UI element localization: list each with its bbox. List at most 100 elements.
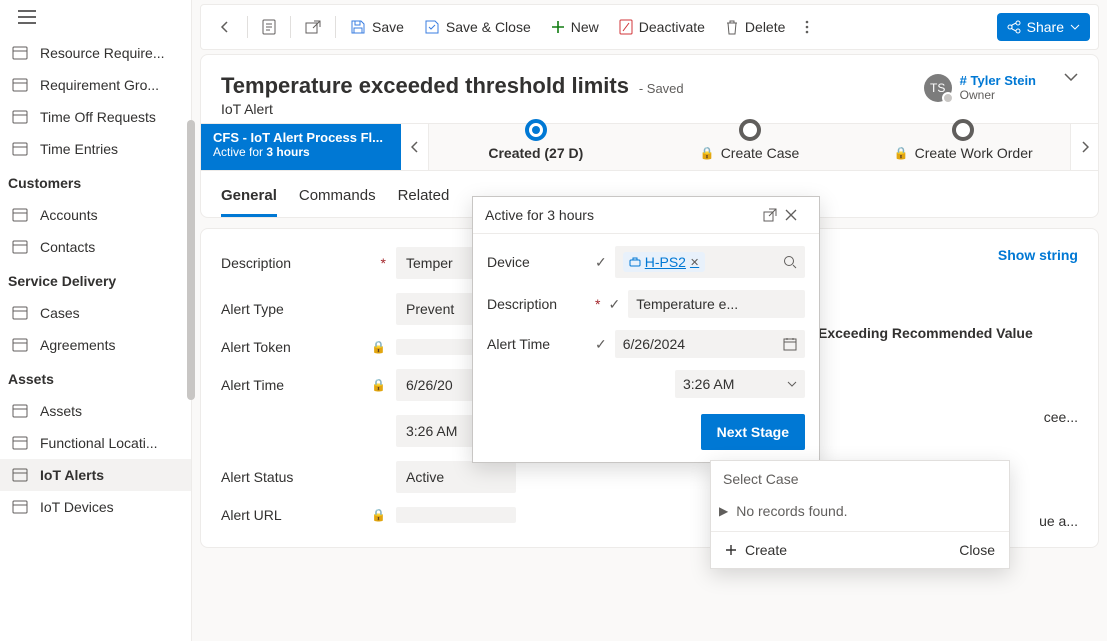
share-label: Share	[1027, 19, 1064, 35]
open-new-window-button[interactable]	[297, 14, 329, 40]
flyout-alert-time-date[interactable]: 6/26/2024	[615, 330, 805, 358]
tab-related[interactable]: Related	[398, 181, 450, 217]
popout-button[interactable]	[763, 208, 785, 222]
back-button[interactable]	[209, 13, 241, 41]
sidebar-item[interactable]: IoT Devices	[0, 491, 191, 523]
save-close-icon	[424, 19, 440, 35]
sidebar-item[interactable]: Time Entries	[0, 133, 191, 165]
sidebar-scrollbar[interactable]	[187, 30, 195, 641]
flyout-device-value[interactable]: H-PS2	[645, 254, 686, 270]
check-icon: ✓	[608, 296, 620, 313]
save-close-button[interactable]: Save & Close	[416, 13, 539, 41]
nav-icon	[12, 77, 28, 93]
save-status: - Saved	[639, 81, 684, 96]
flyout-title: Active for 3 hours	[485, 207, 763, 223]
alert-type-label: Alert Type	[221, 301, 284, 317]
lookup-create-button[interactable]: Create	[725, 542, 787, 558]
plus-icon	[725, 544, 737, 556]
sidebar-item[interactable]: IoT Alerts	[0, 459, 191, 491]
lookup-close-button[interactable]: Close	[959, 542, 995, 558]
remove-lookup-icon[interactable]: ✕	[690, 256, 699, 269]
alert-data-row: cee...	[818, 409, 1078, 425]
sidebar-item-label: Accounts	[40, 207, 98, 223]
bpf-next-button[interactable]	[1070, 124, 1098, 170]
alert-status-input[interactable]: Active	[396, 461, 516, 493]
sidebar-item[interactable]: Functional Locati...	[0, 427, 191, 459]
flyout-device-lookup[interactable]: H-PS2 ✕	[615, 246, 805, 278]
deactivate-label: Deactivate	[639, 19, 705, 35]
sidebar-item-label: Functional Locati...	[40, 435, 158, 451]
form-selector-button[interactable]	[254, 13, 284, 41]
alert-token-label: Alert Token	[221, 339, 291, 355]
page-title: Temperature exceeded threshold limits	[221, 73, 629, 98]
nav-icon	[12, 403, 28, 419]
sidebar-item-label: Resource Require...	[40, 45, 165, 61]
delete-button[interactable]: Delete	[717, 13, 793, 41]
overflow-button[interactable]	[797, 13, 817, 41]
flyout-description-input[interactable]: Temperature e...	[628, 290, 805, 318]
bpf-prev-button[interactable]	[401, 124, 429, 170]
sidebar-item[interactable]: Accounts	[0, 199, 191, 231]
lock-icon: 🔒	[700, 146, 715, 160]
sidebar-item[interactable]: Contacts	[0, 231, 191, 263]
calendar-icon[interactable]	[783, 337, 797, 351]
alert-status-label: Alert Status	[221, 469, 293, 485]
device-icon	[629, 257, 641, 267]
plus-icon	[551, 20, 565, 34]
sidebar-item[interactable]: Requirement Gro...	[0, 69, 191, 101]
sidebar-group-title: Customers	[0, 165, 191, 199]
sidebar-group-title: Assets	[0, 361, 191, 395]
lock-icon: 🔒	[371, 378, 386, 392]
bpf-stage[interactable]: 🔒Create Case	[643, 124, 857, 170]
close-button[interactable]	[785, 209, 807, 221]
caret-right-icon[interactable]: ▶	[719, 504, 728, 518]
nav-icon	[12, 207, 28, 223]
chevron-down-icon	[787, 381, 797, 387]
lookup-dropdown: Select Case ▶ No records found. Create C…	[710, 460, 1010, 569]
record-header: Temperature exceeded threshold limits - …	[200, 54, 1099, 218]
header-expand-button[interactable]	[1064, 73, 1078, 81]
deactivate-icon	[619, 19, 633, 35]
sidebar-item[interactable]: Time Off Requests	[0, 101, 191, 133]
next-stage-button[interactable]: Next Stage	[701, 414, 805, 450]
sidebar-item-label: Time Entries	[40, 141, 118, 157]
lookup-title: Select Case	[711, 461, 1009, 497]
sidebar-item[interactable]: Agreements	[0, 329, 191, 361]
bpf-flow-selector[interactable]: CFS - IoT Alert Process Fl... Active for…	[201, 124, 401, 170]
hamburger-button[interactable]	[0, 0, 191, 37]
bpf-stage[interactable]: 🔒Create Work Order	[856, 124, 1070, 170]
save-label: Save	[372, 19, 404, 35]
flyout-alert-time-time[interactable]: 3:26 AM	[675, 370, 805, 398]
lock-icon: 🔒	[894, 146, 909, 160]
nav-icon	[12, 141, 28, 157]
lock-icon: 🔒	[371, 508, 386, 522]
search-icon[interactable]	[783, 255, 797, 269]
required-indicator: *	[595, 296, 600, 312]
alert-time-label: Alert Time	[221, 377, 284, 393]
delete-label: Delete	[745, 19, 785, 35]
bpf-stage-label: Created (27 D)	[488, 145, 583, 161]
lookup-create-label: Create	[745, 542, 787, 558]
show-string-link[interactable]: Show string	[998, 247, 1078, 263]
alert-data-row: ue a...	[1039, 513, 1078, 529]
sidebar-item[interactable]: Resource Require...	[0, 37, 191, 69]
lock-icon: 🔒	[371, 340, 386, 354]
share-button[interactable]: Share	[997, 13, 1090, 41]
alert-data-title: Exceeding Recommended Value	[818, 325, 1078, 341]
owner-avatar[interactable]: TS	[924, 74, 952, 102]
bpf-stage[interactable]: Created (27 D)	[429, 124, 643, 170]
tab-commands[interactable]: Commands	[299, 181, 376, 217]
nav-icon	[12, 239, 28, 255]
sidebar-item[interactable]: Assets	[0, 395, 191, 427]
nav-icon	[12, 467, 28, 483]
sidebar-item-label: Contacts	[40, 239, 95, 255]
bpf-stage-indicator	[525, 119, 547, 141]
tab-general[interactable]: General	[221, 181, 277, 217]
sidebar-item[interactable]: Cases	[0, 297, 191, 329]
deactivate-button[interactable]: Deactivate	[611, 13, 713, 41]
save-button[interactable]: Save	[342, 13, 412, 41]
owner-name-link[interactable]: # Tyler Stein	[960, 73, 1036, 88]
sidebar-item-label: IoT Alerts	[40, 467, 104, 483]
new-button[interactable]: New	[543, 13, 607, 41]
flyout-device-label: Device	[487, 254, 587, 270]
